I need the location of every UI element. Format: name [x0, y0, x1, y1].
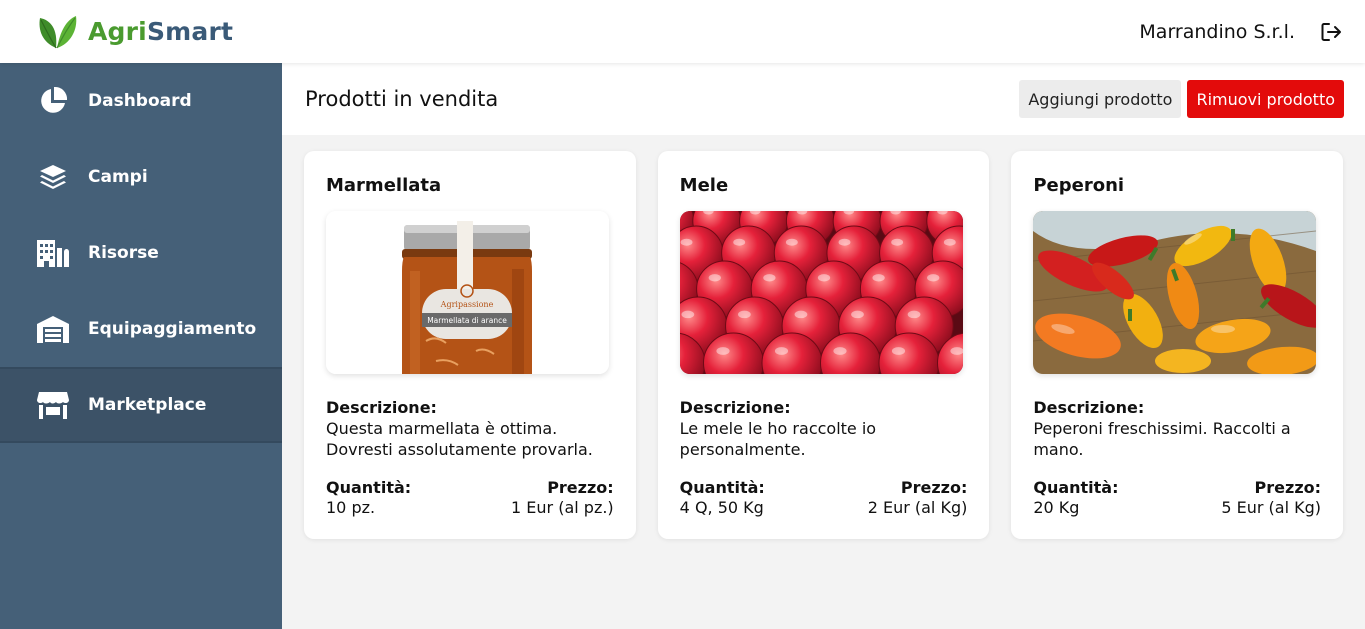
product-meta: Quantità: 20 Kg Prezzo: 5 Eur (al Kg): [1033, 478, 1321, 517]
sidebar-item-label: Risorse: [88, 243, 159, 263]
price-label: Prezzo:: [900, 478, 968, 497]
product-card-mele[interactable]: Mele Descrizione: Le mele le ho raccolte: [657, 151, 990, 539]
sidebar-item-campi[interactable]: Campi: [0, 139, 282, 215]
brand-name: AgriSmart: [88, 17, 234, 46]
quantity-label: Quantità:: [326, 478, 412, 497]
jar-label-text: Marmellata di arance: [427, 316, 507, 325]
main-content: Prodotti in vendita Aggiungi prodotto Ri…: [282, 63, 1365, 629]
product-description: Le mele le ho raccolte io personalmente.: [679, 419, 877, 459]
sidebar: Dashboard Campi Risorse Equipaggiamento …: [0, 63, 282, 629]
sidebar-item-label: Dashboard: [88, 91, 192, 111]
product-meta: Quantità: 4 Q, 50 Kg Prezzo: 2 Eur (al K…: [680, 478, 968, 517]
quantity-label: Quantità:: [1033, 478, 1119, 497]
product-description: Peperoni freschissimi. Raccolti a mano.: [1033, 419, 1291, 459]
product-description: Questa marmellata è ottima. Dovresti ass…: [326, 419, 593, 459]
page-title: Prodotti in vendita: [305, 87, 499, 111]
price-label: Prezzo:: [1254, 478, 1322, 497]
remove-product-button[interactable]: Rimuovi prodotto: [1187, 80, 1344, 118]
company-name: Marrandino S.r.l.: [1139, 20, 1295, 43]
brand-logo[interactable]: AgriSmart: [36, 12, 233, 52]
sidebar-item-dashboard[interactable]: Dashboard: [0, 63, 282, 139]
product-price: 2 Eur (al Kg): [867, 498, 968, 517]
logout-icon[interactable]: [1319, 20, 1343, 44]
product-price: 5 Eur (al Kg): [1221, 498, 1322, 517]
product-name: Marmellata: [326, 175, 442, 196]
product-card-peperoni[interactable]: Peperoni Descrizione: Peperoni freschiss…: [1011, 151, 1344, 539]
sidebar-item-risorse[interactable]: Risorse: [0, 215, 282, 291]
page-header: Prodotti in vendita Aggiungi prodotto Ri…: [282, 63, 1365, 135]
quantity-label: Quantità:: [679, 478, 765, 497]
top-bar: AgriSmart Marrandino S.r.l.: [0, 0, 1365, 63]
add-product-button[interactable]: Aggiungi prodotto: [1019, 80, 1182, 118]
sidebar-item-marketplace[interactable]: Marketplace: [0, 367, 282, 443]
product-meta: Quantità: 10 pz. Prezzo: 1 Eur (al pz.): [326, 478, 614, 517]
product-card-marmellata[interactable]: Marmellata Agripassione Marmellata di ar…: [304, 151, 636, 539]
product-quantity: 10 pz.: [326, 498, 376, 517]
sidebar-item-label: Campi: [88, 167, 148, 187]
pie-chart-icon: [36, 84, 70, 118]
product-quantity: 4 Q, 50 Kg: [679, 498, 764, 517]
warehouse-icon: [36, 312, 70, 346]
description-label: Descrizione:: [1033, 398, 1145, 417]
layers-icon: [36, 160, 70, 194]
buildings-icon: [36, 236, 70, 270]
sidebar-item-label: Equipaggiamento: [88, 319, 257, 339]
product-name: Mele: [679, 175, 729, 196]
leaf-logo-icon: [39, 15, 77, 48]
store-icon: [36, 388, 70, 422]
product-image-jam: Agripassione Marmellata di arance: [326, 211, 609, 374]
description-label: Descrizione:: [679, 398, 791, 417]
product-quantity: 20 Kg: [1033, 498, 1080, 517]
product-price: 1 Eur (al pz.): [511, 498, 614, 517]
sidebar-item-equipaggiamento[interactable]: Equipaggiamento: [0, 291, 282, 367]
description-label: Descrizione:: [326, 398, 437, 417]
product-list: Marmellata Agripassione Marmellata di ar…: [282, 135, 1365, 539]
product-name: Peperoni: [1033, 175, 1125, 196]
product-image-apples: [679, 211, 963, 374]
sidebar-item-label: Marketplace: [88, 395, 207, 415]
product-image-peppers: [1033, 211, 1317, 374]
price-label: Prezzo:: [547, 478, 614, 497]
jar-brand-text: Agripassione: [440, 300, 494, 309]
